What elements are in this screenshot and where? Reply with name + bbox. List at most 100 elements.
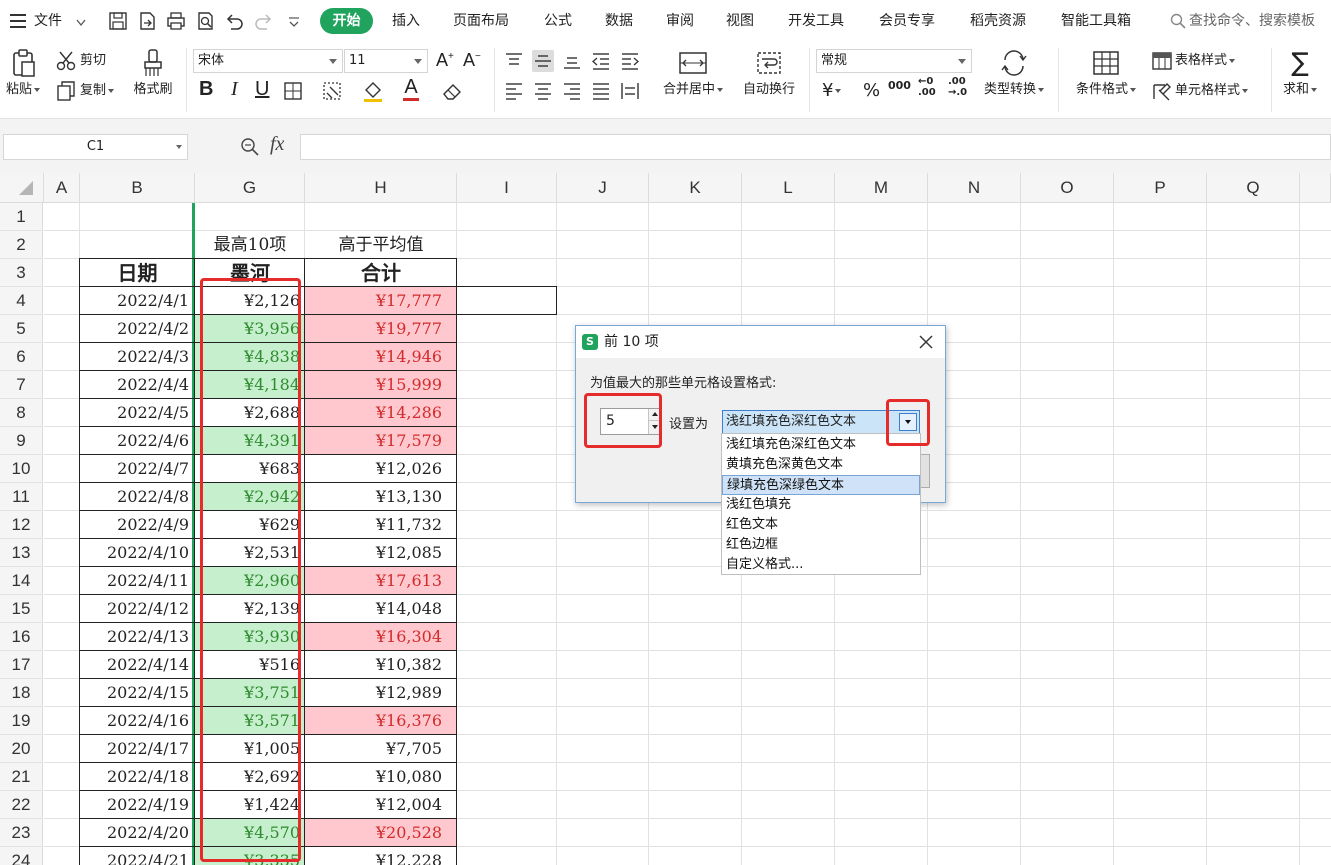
row-header-9[interactable]: 9 xyxy=(0,427,43,455)
date-cell[interactable]: 2022/4/20 xyxy=(80,819,191,847)
decrease-font-icon[interactable]: A− xyxy=(463,50,481,71)
format-option[interactable]: 红色文本 xyxy=(722,515,920,535)
tab-review[interactable]: 审阅 xyxy=(666,0,694,42)
date-cell[interactable]: 2022/4/17 xyxy=(80,735,191,763)
border-icon[interactable] xyxy=(283,80,305,102)
increase-decimal-button[interactable]: ←0.00 xyxy=(918,76,936,98)
row-header-3[interactable]: 3 xyxy=(0,259,43,287)
scissors-icon[interactable] xyxy=(55,50,77,72)
select-all-corner[interactable] xyxy=(0,173,44,203)
row-header-20[interactable]: 20 xyxy=(0,735,43,763)
column-header-n[interactable]: N xyxy=(928,173,1021,203)
row-header-4[interactable]: 4 xyxy=(0,287,43,315)
distributed-align-icon[interactable] xyxy=(619,80,641,102)
date-cell[interactable]: 2022/4/13 xyxy=(80,623,191,651)
date-cell[interactable]: 2022/4/10 xyxy=(80,539,191,567)
underline-button[interactable]: U xyxy=(255,78,269,101)
column-header-g[interactable]: G xyxy=(195,173,305,203)
row-header-10[interactable]: 10 xyxy=(0,455,43,483)
total-value-cell[interactable]: ¥15,999 xyxy=(305,371,457,398)
merge-center-button[interactable]: 合并居中 xyxy=(657,48,729,97)
row-header-22[interactable]: 22 xyxy=(0,791,43,819)
format-options-list[interactable]: 浅红填充色深红色文本 黄填充色深黄色文本 绿填充色深绿色文本 浅红色填充 红色文本 红色边… xyxy=(721,433,921,575)
column-header-p[interactable]: P xyxy=(1114,173,1207,203)
increase-font-icon[interactable]: A+ xyxy=(436,50,454,71)
print-preview-icon[interactable] xyxy=(195,11,215,31)
column-header-m[interactable]: M xyxy=(835,173,928,203)
number-format-select[interactable]: 常规 xyxy=(816,49,972,73)
sum-button[interactable]: ∑ 求和 xyxy=(1280,48,1320,97)
name-box[interactable]: C1 xyxy=(3,134,188,160)
row-header-14[interactable]: 14 xyxy=(0,567,43,595)
export-pdf-icon[interactable] xyxy=(137,11,157,31)
align-middle-icon[interactable] xyxy=(532,50,554,72)
fx-icon[interactable]: fx xyxy=(270,133,284,156)
format-option[interactable]: 红色边框 xyxy=(722,535,920,555)
file-menu[interactable]: 文件 xyxy=(34,0,62,42)
column-header-a[interactable]: A xyxy=(44,173,80,203)
percent-button[interactable]: % xyxy=(863,80,880,101)
format-option[interactable]: 黄填充色深黄色文本 xyxy=(722,455,920,475)
total-value-cell[interactable]: ¥14,286 xyxy=(305,399,457,426)
header-total[interactable]: 合计 xyxy=(305,259,457,287)
row-header-7[interactable]: 7 xyxy=(0,371,43,399)
total-value-cell[interactable]: ¥7,705 xyxy=(305,735,457,762)
date-cell[interactable]: 2022/4/1 xyxy=(80,287,191,315)
tab-start[interactable]: 开始 xyxy=(320,8,373,34)
tab-member[interactable]: 会员专享 xyxy=(879,0,935,42)
formula-input[interactable] xyxy=(300,134,1331,160)
row-header-19[interactable]: 19 xyxy=(0,707,43,735)
total-value-cell[interactable]: ¥16,304 xyxy=(305,623,457,650)
date-cell[interactable]: 2022/4/18 xyxy=(80,763,191,791)
column-header-q[interactable]: Q xyxy=(1207,173,1300,203)
align-left-icon[interactable] xyxy=(503,80,525,102)
column-header-extra[interactable] xyxy=(1300,173,1331,203)
tab-page-layout[interactable]: 页面布局 xyxy=(453,0,509,42)
total-value-cell[interactable]: ¥12,004 xyxy=(305,791,457,818)
type-convert-button[interactable]: 类型转换 xyxy=(978,48,1050,97)
tab-data[interactable]: 数据 xyxy=(605,0,633,42)
conditional-format-button[interactable]: 条件格式 xyxy=(1068,48,1144,97)
fill-pattern-icon[interactable] xyxy=(322,80,344,102)
total-value-cell[interactable]: ¥14,946 xyxy=(305,343,457,370)
row-header-6[interactable]: 6 xyxy=(0,343,43,371)
total-value-cell[interactable]: ¥12,989 xyxy=(305,679,457,706)
tab-view[interactable]: 视图 xyxy=(726,0,754,42)
font-color-button[interactable]: A xyxy=(401,76,421,102)
date-cell[interactable]: 2022/4/2 xyxy=(80,315,191,343)
row-header-1[interactable]: 1 xyxy=(0,203,43,231)
font-size-select[interactable]: 11 xyxy=(344,49,428,73)
italic-button[interactable]: I xyxy=(231,78,238,101)
row-header-5[interactable]: 5 xyxy=(0,315,43,343)
redo-icon[interactable] xyxy=(254,11,274,31)
table-style-button[interactable]: 表格样式 xyxy=(1175,50,1236,72)
row-header-15[interactable]: 15 xyxy=(0,595,43,623)
total-value-cell[interactable]: ¥16,376 xyxy=(305,707,457,734)
date-cell[interactable]: 2022/4/9 xyxy=(80,511,191,539)
bold-button[interactable]: B xyxy=(199,78,213,101)
row-header-2[interactable]: 2 xyxy=(0,231,43,259)
row-header-8[interactable]: 8 xyxy=(0,399,43,427)
row-header-18[interactable]: 18 xyxy=(0,679,43,707)
column-header-b[interactable]: B xyxy=(80,173,195,203)
column-header-h[interactable]: H xyxy=(305,173,457,203)
date-cell[interactable]: 2022/4/21 xyxy=(80,847,191,865)
total-value-cell[interactable]: ¥20,528 xyxy=(305,819,457,846)
total-value-cell[interactable]: ¥11,732 xyxy=(305,511,457,538)
format-option[interactable]: 自定义格式... xyxy=(722,555,920,575)
date-cell[interactable]: 2022/4/6 xyxy=(80,427,191,455)
align-center-icon[interactable] xyxy=(532,80,554,102)
tab-insert[interactable]: 插入 xyxy=(392,0,420,42)
chevron-down-icon[interactable] xyxy=(76,16,86,27)
cut-button[interactable]: 剪切 xyxy=(80,50,106,72)
thousands-separator-button[interactable]: 000 xyxy=(888,79,911,92)
tab-developer[interactable]: 开发工具 xyxy=(788,0,844,42)
save-icon[interactable] xyxy=(108,11,128,31)
column-header-j[interactable]: J xyxy=(557,173,649,203)
tab-smart-tools[interactable]: 智能工具箱 xyxy=(1061,0,1131,42)
search-command[interactable]: 查找命令、搜索模板 xyxy=(1189,0,1315,42)
eraser-icon[interactable] xyxy=(441,80,463,102)
date-cell[interactable]: 2022/4/3 xyxy=(80,343,191,371)
cell-style-button[interactable]: 单元格样式 xyxy=(1175,80,1249,102)
align-right-icon[interactable] xyxy=(561,80,583,102)
